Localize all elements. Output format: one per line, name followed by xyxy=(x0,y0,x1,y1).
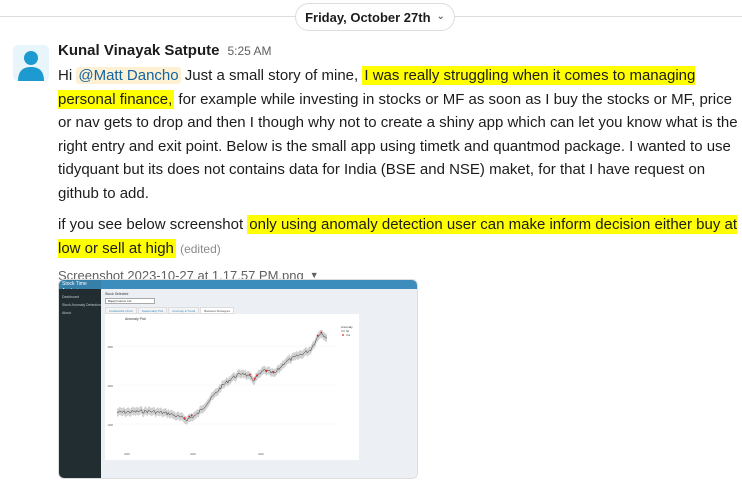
app-logo-area: Stock Time Analysis xyxy=(59,280,101,294)
stock-label: Stock Selected xyxy=(105,292,129,296)
tab-backtest: Backtest Strategies xyxy=(200,307,235,314)
author-name[interactable]: Kunal Vinayak Satpute xyxy=(58,42,219,59)
image-attachment-thumbnail[interactable]: Stock Time Analysis Dashboard Stock Anom… xyxy=(58,279,418,479)
user-mention[interactable]: @Matt Dancho xyxy=(76,67,181,84)
anomaly-point xyxy=(183,417,186,420)
anomaly-point xyxy=(249,373,251,376)
tab-candlestick: Candlestick Chart xyxy=(105,307,137,314)
date-divider-button[interactable]: Friday, October 27th ⌄ xyxy=(295,3,455,31)
anomaly-point xyxy=(265,369,268,372)
app-main-panel: Stock Selected Bajaj Finance Ltd. Candle… xyxy=(101,289,417,478)
plot-title: Anomaly Plot xyxy=(125,317,146,321)
anomaly-point xyxy=(272,370,275,373)
legend-swatch-yes xyxy=(342,334,344,336)
sidebar-item-anomaly: Stock Anomaly Detection xyxy=(62,303,101,307)
message-paragraph-1: Hi @Matt Dancho Just a small story of mi… xyxy=(58,64,738,205)
tab-anomaly: Anomaly & Trend xyxy=(168,307,200,314)
x-tick-label: 2022 xyxy=(258,453,264,456)
anomaly-plot: Anomaly Plot 3000 2000 1000 2018 2020 20… xyxy=(107,317,353,456)
app-sidebar: Dashboard Stock Anomaly Detection About xyxy=(59,289,101,478)
anomaly-point xyxy=(253,377,256,380)
date-label: Friday, October 27th xyxy=(305,9,431,25)
anomaly-point xyxy=(320,331,323,334)
app-header-bar xyxy=(59,280,417,289)
text-segment: if you see below screenshot xyxy=(58,216,248,233)
anomaly-point xyxy=(256,374,258,377)
text-segment: Just a small story of mine, xyxy=(180,67,363,84)
y-tick-label: 1000 xyxy=(107,424,113,427)
x-tick-label: 2020 xyxy=(190,453,196,456)
message: Kunal Vinayak Satpute 5:25 AM Hi @Matt D… xyxy=(58,42,738,285)
anomaly-plot-box: Anomaly Plot 3000 2000 1000 2018 2020 20… xyxy=(105,314,359,460)
message-timestamp[interactable]: 5:25 AM xyxy=(227,44,271,58)
legend-title: Anomaly xyxy=(341,325,353,329)
legend-item-no: No xyxy=(346,330,350,333)
edited-label: (edited) xyxy=(180,241,221,256)
anomaly-point xyxy=(188,415,191,418)
app-tabs: Candlestick Chart Seasonality Plot Anoma… xyxy=(105,307,235,314)
y-tick-label: 2000 xyxy=(107,385,113,388)
sidebar-item-dashboard: Dashboard xyxy=(62,295,80,299)
avatar[interactable] xyxy=(13,45,49,81)
sidebar-item-about: About xyxy=(62,311,72,315)
tab-seasonality: Seasonality Plot xyxy=(137,307,168,314)
y-tick-label: 3000 xyxy=(107,346,113,349)
legend-item-yes: Yes xyxy=(346,334,351,337)
message-header: Kunal Vinayak Satpute 5:25 AM xyxy=(58,42,738,64)
chevron-down-icon: ⌄ xyxy=(436,10,445,22)
anomaly-point xyxy=(316,334,319,337)
message-paragraph-2: if you see below screenshot only using a… xyxy=(58,213,738,261)
x-tick-label: 2018 xyxy=(124,453,130,456)
anomaly-point xyxy=(190,414,193,417)
text-segment: Hi xyxy=(58,67,77,84)
stock-select: Bajaj Finance Ltd. xyxy=(105,298,155,304)
default-user-icon xyxy=(13,45,49,81)
